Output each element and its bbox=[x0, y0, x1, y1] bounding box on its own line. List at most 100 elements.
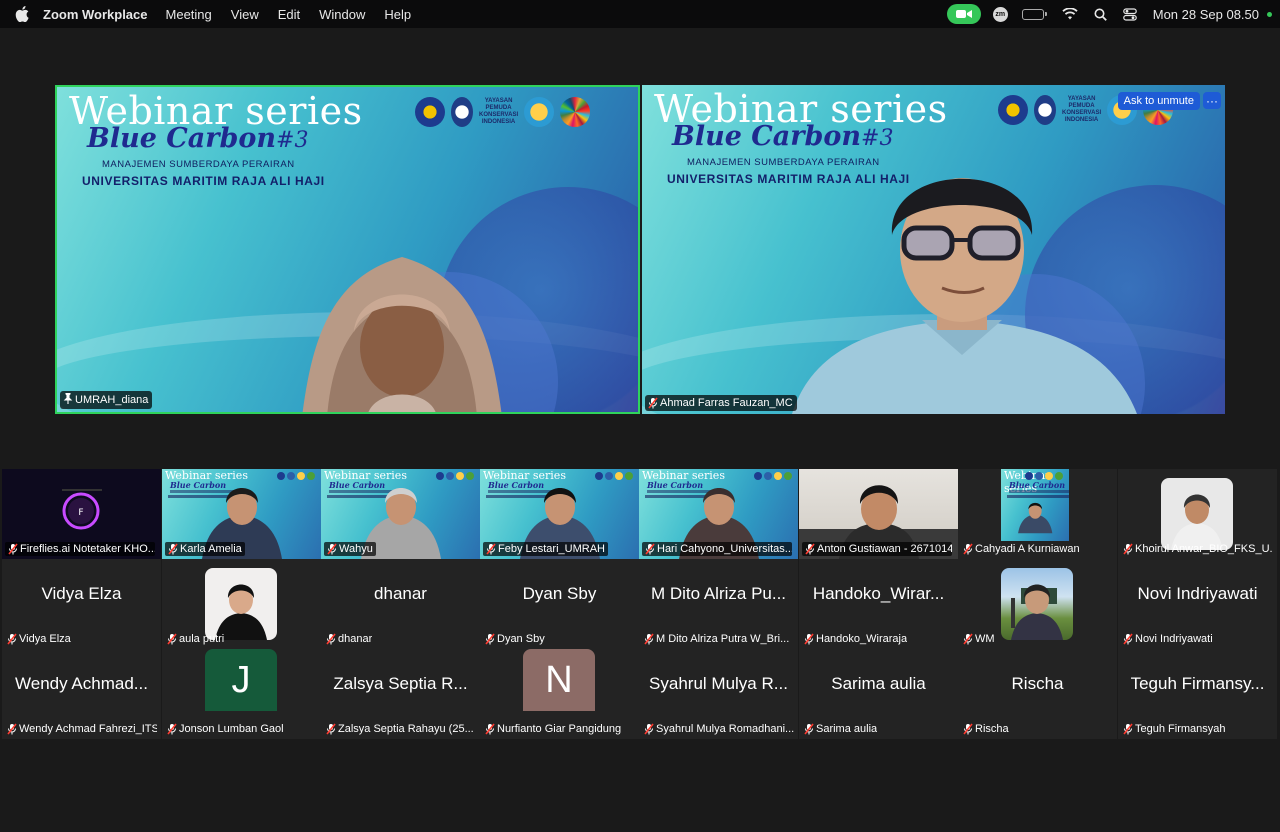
participant-tile[interactable]: Wendy Achmad... Wendy Achmad Fahrezi_ITS bbox=[2, 649, 161, 739]
participant-name-label: dhanar bbox=[326, 633, 372, 645]
mic-muted-icon bbox=[168, 543, 178, 555]
participant-tile[interactable]: WM bbox=[958, 559, 1117, 649]
participant-display-name: dhanar bbox=[374, 584, 427, 603]
menu-view[interactable]: View bbox=[231, 7, 259, 22]
app-name[interactable]: Zoom Workplace bbox=[43, 7, 148, 22]
slide-university: UNIVERSITAS MARITIM RAJA ALI HAJI bbox=[82, 174, 325, 188]
mic-muted-icon bbox=[485, 723, 495, 735]
participant-tile[interactable]: Handoko_Wirar... Handoko_Wiraraja bbox=[799, 559, 958, 649]
participant-tile[interactable]: Novi Indriyawati Novi Indriyawati bbox=[1118, 559, 1277, 649]
participant-tile[interactable]: Anton Gustiawan - 2671014 bbox=[799, 469, 958, 559]
participant-name: Vidya Elza bbox=[19, 633, 71, 645]
series-number: #3 bbox=[276, 128, 309, 153]
participant-tile[interactable]: Vidya Elza Vidya Elza bbox=[2, 559, 161, 649]
participant-tile[interactable]: M Dito Alriza Pu... M Dito Alriza Putra W… bbox=[639, 559, 798, 649]
participant-display-name: Handoko_Wirar... bbox=[812, 584, 945, 603]
participant-name: Novi Indriyawati bbox=[1135, 633, 1213, 645]
participant-tile[interactable]: N Nurfianto Giar Pangidung bbox=[480, 649, 639, 739]
participant-display-name: Syahrul Mulya R... bbox=[649, 674, 788, 693]
participant-name: Dyan Sby bbox=[497, 633, 545, 645]
wifi-icon[interactable] bbox=[1062, 0, 1078, 28]
mic-muted-icon bbox=[963, 723, 973, 735]
participant-display-name: Sarima aulia bbox=[831, 674, 926, 693]
zoom-video-icon[interactable] bbox=[946, 4, 981, 24]
participant-name: Anton Gustiawan - 2671014 bbox=[817, 543, 952, 555]
participant-name: Wendy Achmad Fahrezi_ITS bbox=[19, 723, 157, 735]
participant-tile[interactable]: aula putri bbox=[162, 559, 321, 649]
mic-muted-icon bbox=[804, 723, 814, 735]
speaker-tile-umrah-diana[interactable]: Webinar series Blue Carbon#3 MANAJEMEN S… bbox=[55, 85, 640, 414]
participant-name-label: Nurfianto Giar Pangidung bbox=[485, 723, 621, 735]
menu-help[interactable]: Help bbox=[384, 7, 411, 22]
mic-muted-icon bbox=[167, 633, 177, 645]
speaker-name: UMRAH_diana bbox=[75, 394, 149, 406]
participant-name-label: Handoko_Wiraraja bbox=[804, 633, 907, 645]
participant-tile[interactable]: F Fireflies.ai Notetaker KHO... bbox=[2, 469, 161, 559]
participant-name-label: Vidya Elza bbox=[7, 633, 71, 645]
mic-muted-icon bbox=[644, 633, 654, 645]
university-logo-icon bbox=[998, 95, 1028, 125]
participant-initial-avatar: J bbox=[205, 649, 277, 711]
participant-display-name: Vidya Elza bbox=[41, 584, 122, 603]
search-icon[interactable] bbox=[1094, 0, 1107, 28]
participant-video bbox=[792, 178, 1137, 414]
participant-tile[interactable]: Sarima aulia Sarima aulia bbox=[799, 649, 958, 739]
participant-tile[interactable]: Teguh Firmansy... Teguh Firmansyah bbox=[1118, 649, 1277, 739]
foundation-logo-text: YAYASAN PEMUDA KONSERVASI INDONESIA bbox=[479, 98, 519, 125]
participant-name: WM bbox=[975, 633, 995, 645]
participant-tile[interactable]: Khoirul Anwar_BIO_FKS_U... bbox=[1118, 469, 1277, 559]
participant-tile[interactable]: Webinar seriesBlue Carbon Cahyadi A Kurni… bbox=[958, 469, 1117, 559]
participant-tile[interactable]: J Jonson Lumban Gaol bbox=[162, 649, 321, 739]
menu-window[interactable]: Window bbox=[319, 7, 365, 22]
participant-name-label: aula putri bbox=[167, 633, 224, 645]
participant-name-label: Khoirul Anwar_BIO_FKS_U... bbox=[1123, 543, 1273, 555]
mic-muted-icon bbox=[804, 633, 814, 645]
zoom-badge-icon[interactable]: zm bbox=[992, 6, 1008, 22]
clock[interactable]: Mon 28 Sep 08.50 bbox=[1153, 7, 1259, 22]
sponsor-logos: YAYASAN PEMUDA KONSERVASI INDONESIA bbox=[415, 97, 591, 127]
more-options-button[interactable]: ··· bbox=[1203, 92, 1221, 109]
mic-muted-icon bbox=[805, 543, 815, 555]
participant-name: Rischa bbox=[975, 723, 1009, 735]
slide-department: MANAJEMEN SUMBERDAYA PERAIRAN bbox=[102, 159, 295, 170]
participant-name-label: Zalsya Septia Rahayu (25... bbox=[326, 723, 474, 735]
participant-tile[interactable]: Syahrul Mulya R... Syahrul Mulya Romadhan… bbox=[639, 649, 798, 739]
participant-tile[interactable]: Zalsya Septia R... Zalsya Septia Rahayu (… bbox=[321, 649, 480, 739]
participant-tile[interactable]: Webinar series Blue Carbon Feby Lestari_UM… bbox=[480, 469, 639, 559]
participant-name-label: Sarima aulia bbox=[804, 723, 877, 735]
participant-name: Handoko_Wiraraja bbox=[816, 633, 908, 645]
participant-name: Hari Cahyono_Universitas... bbox=[657, 543, 792, 555]
participant-avatar bbox=[1001, 568, 1073, 640]
speaker-tile-ahmad-farras[interactable]: Webinar series Blue Carbon#3 MANAJEMEN S… bbox=[642, 85, 1225, 414]
participant-name: aula putri bbox=[179, 633, 225, 645]
sdg-logo-icon bbox=[560, 97, 591, 127]
participant-name: Karla Amelia bbox=[180, 543, 242, 555]
participant-tile[interactable]: Webinar series Blue Carbon Hari Cahyono_Un… bbox=[639, 469, 798, 559]
participant-name-label: Hari Cahyono_Universitas... bbox=[642, 542, 792, 556]
participant-tile[interactable]: dhanar dhanar bbox=[321, 559, 480, 649]
participant-display-name: Rischa bbox=[1011, 674, 1064, 693]
mic-muted-icon bbox=[1123, 543, 1133, 555]
participant-tile[interactable]: Webinar series Blue Carbon Wahyu bbox=[321, 469, 480, 559]
mic-muted-icon bbox=[1123, 723, 1133, 735]
participant-display-name: M Dito Alriza Pu... bbox=[650, 584, 787, 603]
participant-display-name: Zalsya Septia R... bbox=[333, 674, 468, 693]
participant-name-label: WM bbox=[963, 633, 995, 645]
control-center-icon[interactable] bbox=[1122, 0, 1137, 28]
participant-tile[interactable]: Rischa Rischa bbox=[958, 649, 1117, 739]
ask-to-unmute-button[interactable]: Ask to unmute bbox=[1117, 92, 1200, 110]
apple-icon[interactable] bbox=[15, 6, 33, 22]
participant-display-name: Dyan Sby bbox=[522, 584, 597, 603]
participant-name-label: Wendy Achmad Fahrezi_ITS bbox=[7, 723, 157, 735]
menu-edit[interactable]: Edit bbox=[278, 7, 300, 22]
participant-initial-avatar: N bbox=[523, 649, 595, 711]
participant-name-label: Wahyu bbox=[324, 542, 376, 556]
mic-muted-icon bbox=[645, 543, 655, 555]
menu-meeting[interactable]: Meeting bbox=[166, 7, 212, 22]
speaker-name-tag: UMRAH_diana bbox=[60, 391, 153, 409]
participant-tile[interactable]: Webinar series Blue Carbon Karla Amelia bbox=[162, 469, 321, 559]
participant-name-label: Dyan Sby bbox=[485, 633, 545, 645]
participant-tile[interactable]: Dyan Sby Dyan Sby bbox=[480, 559, 639, 649]
mic-muted-icon bbox=[7, 633, 17, 645]
battery-icon[interactable] bbox=[1021, 8, 1047, 20]
